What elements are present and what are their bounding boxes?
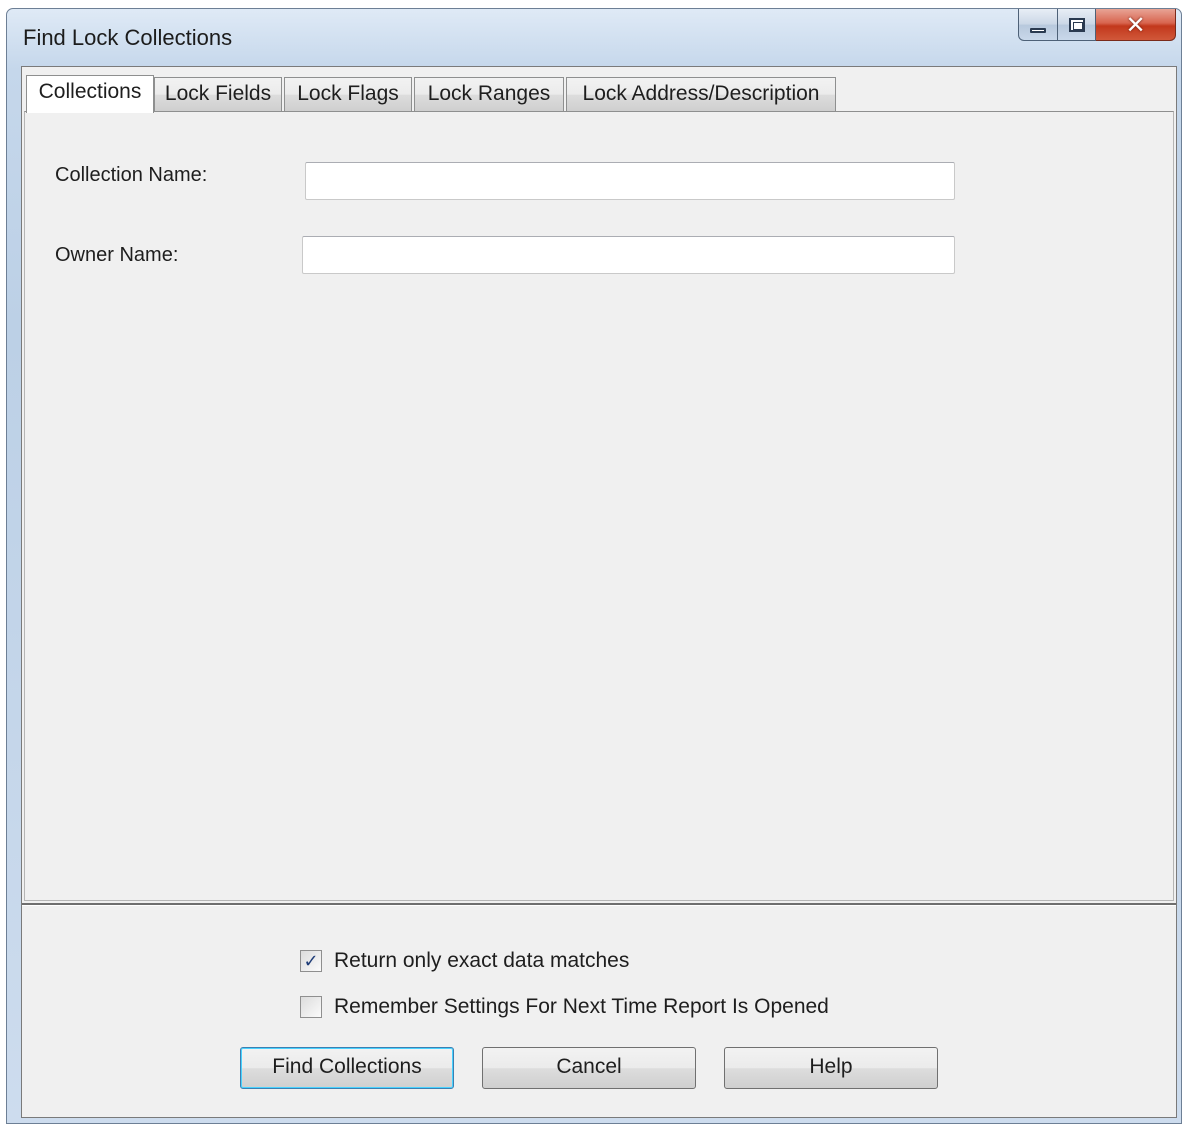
window-title: Find Lock Collections (23, 25, 233, 50)
cancel-button[interactable]: Cancel (482, 1047, 696, 1089)
find-collections-button[interactable]: Find Collections (240, 1047, 454, 1089)
footer-separator (22, 903, 1176, 906)
tab-lock-address-description[interactable]: Lock Address/Description (566, 77, 836, 111)
tab-lock-flags[interactable]: Lock Flags (284, 77, 412, 111)
close-icon: ✕ (1125, 10, 1146, 39)
tab-lock-fields[interactable]: Lock Fields (154, 77, 282, 111)
maximize-icon (1068, 17, 1085, 32)
tab-page-collections: Collection Name: Owner Name: (24, 111, 1174, 901)
dialog-window: Find Lock Collections ✕ Collections Lock… (6, 8, 1182, 1124)
close-button[interactable]: ✕ (1096, 9, 1176, 41)
minimize-button[interactable] (1018, 9, 1058, 41)
maximize-button[interactable] (1058, 9, 1096, 41)
exact-match-option[interactable]: ✓ Return only exact data matches (300, 949, 629, 973)
remember-settings-label: Remember Settings For Next Time Report I… (334, 995, 829, 1018)
remember-settings-option[interactable]: Remember Settings For Next Time Report I… (300, 995, 829, 1019)
exact-match-label: Return only exact data matches (334, 949, 630, 972)
help-button[interactable]: Help (724, 1047, 938, 1089)
owner-name-label: Owner Name: (55, 244, 179, 266)
minimize-icon (1030, 28, 1046, 33)
title-bar[interactable]: Find Lock Collections ✕ (7, 9, 1181, 65)
tab-collections[interactable]: Collections (26, 75, 154, 113)
owner-name-input[interactable] (302, 236, 955, 274)
collection-name-input[interactable] (305, 162, 955, 200)
dialog-client-area: Collections Lock Fields Lock Flags Lock … (21, 66, 1177, 1118)
remember-settings-checkbox[interactable] (300, 996, 322, 1018)
tab-lock-ranges[interactable]: Lock Ranges (414, 77, 564, 111)
exact-match-checkbox[interactable]: ✓ (300, 950, 322, 972)
collection-name-label: Collection Name: (55, 164, 208, 186)
check-icon: ✓ (303, 950, 319, 972)
caption-buttons: ✕ (1018, 9, 1176, 43)
